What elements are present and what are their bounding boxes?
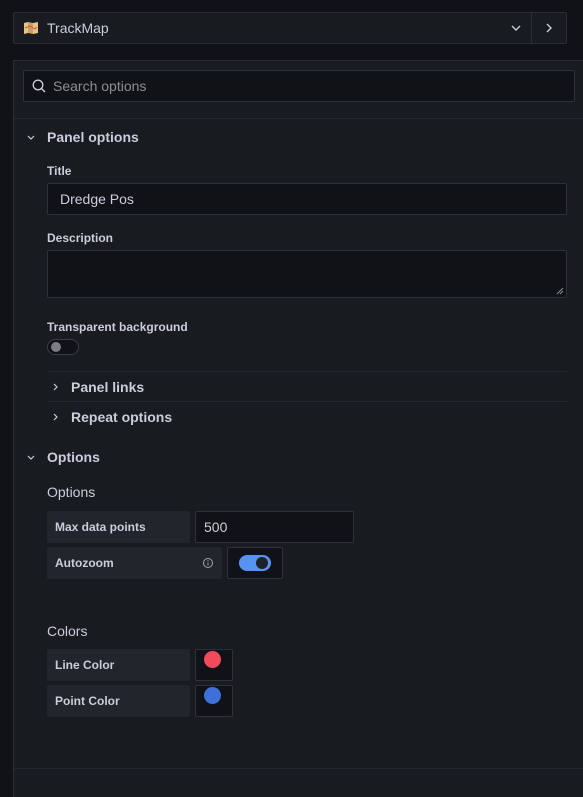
title-input[interactable]: Dredge Pos <box>47 183 567 215</box>
search-options-field[interactable] <box>23 70 575 102</box>
panel-links-section[interactable]: Panel links <box>47 371 567 401</box>
title-label: Title <box>47 164 72 178</box>
autozoom-toggle[interactable] <box>239 555 271 571</box>
max-data-points-input[interactable]: 500 <box>195 511 354 543</box>
visualization-name: TrackMap <box>47 20 109 36</box>
chevron-right-icon <box>47 413 63 421</box>
category-options[interactable]: Options <box>23 447 100 467</box>
panel-links-label: Panel links <box>71 378 145 395</box>
line-color-label: Line Color <box>47 649 190 681</box>
options-group-title: Options <box>47 484 96 500</box>
chevron-down-icon[interactable] <box>501 13 531 43</box>
chevron-down-icon <box>23 135 39 140</box>
options-pane: Panel options Title Dredge Pos Descripti… <box>13 60 583 797</box>
autozoom-label: Autozoom <box>47 547 222 579</box>
chevron-right-icon[interactable] <box>532 13 566 43</box>
category-panel-options[interactable]: Panel options <box>23 127 139 147</box>
map-icon <box>23 20 39 36</box>
repeat-options-label: Repeat options <box>71 408 173 425</box>
category-title: Panel options <box>47 129 139 145</box>
divider <box>14 768 583 769</box>
max-data-points-label: Max data points <box>47 511 190 543</box>
toggle-knob <box>51 342 61 352</box>
description-textarea[interactable] <box>47 250 567 298</box>
point-color-picker[interactable] <box>195 685 233 717</box>
visualization-picker[interactable]: TrackMap <box>13 12 567 44</box>
line-color-swatch[interactable] <box>204 651 221 668</box>
transparent-background-label: Transparent background <box>47 320 188 334</box>
autozoom-label-text: Autozoom <box>55 556 114 570</box>
autozoom-toggle-container <box>227 547 283 579</box>
category-title: Options <box>47 449 100 465</box>
description-label: Description <box>47 231 114 245</box>
chevron-down-icon <box>23 455 39 460</box>
transparent-background-toggle[interactable] <box>47 339 79 355</box>
repeat-options-section[interactable]: Repeat options <box>47 401 567 431</box>
point-color-swatch[interactable] <box>204 687 221 704</box>
resize-grip-icon[interactable] <box>556 287 564 295</box>
info-circle-icon[interactable] <box>202 557 214 569</box>
point-color-label: Point Color <box>47 685 190 717</box>
colors-group-title: Colors <box>47 623 88 639</box>
search-input[interactable] <box>53 78 574 94</box>
chevron-right-icon <box>47 383 63 391</box>
line-color-picker[interactable] <box>195 649 233 681</box>
divider <box>14 118 583 119</box>
search-icon <box>32 78 48 94</box>
toggle-knob <box>256 557 268 569</box>
